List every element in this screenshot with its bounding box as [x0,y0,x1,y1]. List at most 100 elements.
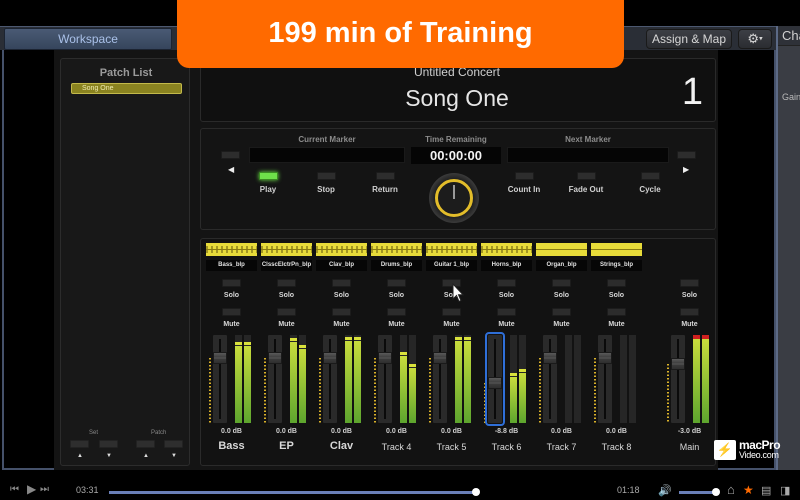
assign-map-button[interactable]: Assign & Map [646,29,732,49]
mute-button[interactable] [277,308,296,316]
arrow-up-icon: ▲ [77,453,83,459]
volume-slider[interactable] [679,491,716,494]
solo-label: Solo [388,292,405,299]
region-name: Bass_blp [206,260,257,271]
level-meter [629,335,636,423]
time-remaining-display: 00:00:00 [411,147,501,164]
volume-fader[interactable] [543,335,557,423]
volume-knob[interactable] [711,488,720,496]
count-in-label: Count In [507,185,541,194]
solo-button[interactable] [277,279,296,287]
star-icon[interactable]: ★ [743,483,754,497]
audio-region-waveform[interactable] [261,243,312,256]
level-meter [244,335,251,423]
document-icon[interactable]: ▤ [761,484,771,497]
mute-button[interactable] [607,308,626,316]
solo-button[interactable] [607,279,626,287]
prev-marker-button[interactable] [221,151,240,159]
volume-fader[interactable] [485,332,505,426]
next-marker-button[interactable] [677,151,696,159]
mute-button[interactable] [222,308,241,316]
audio-region-waveform[interactable] [206,243,257,256]
audio-region-waveform[interactable] [536,243,587,256]
channel-name: EP [279,440,294,452]
solo-label: Solo [278,292,295,299]
inspector-title: Cha [782,28,800,43]
elapsed-time: 03:31 [76,485,99,495]
mute-label: Mute [278,321,295,328]
audio-region-waveform[interactable] [316,243,367,256]
solo-button[interactable] [222,279,241,287]
fader-handle[interactable] [433,351,447,364]
volume-fader[interactable] [378,335,392,423]
mute-button[interactable] [497,308,516,316]
audio-region-waveform[interactable] [371,243,422,256]
audio-region-waveform[interactable] [426,243,477,256]
play-icon[interactable]: ▶ [27,482,36,496]
audio-region-waveform[interactable] [481,243,532,256]
channel-name: Track 5 [436,442,467,452]
mute-button[interactable] [680,308,699,316]
fader-scale [667,363,669,423]
level-meter [464,335,471,423]
tab-workspace[interactable]: Workspace [4,28,172,50]
patch-list-panel: Patch List Song One Set Patch ▲ ▼ ▲ ▼ [60,58,190,466]
skip-forward-icon[interactable]: ⏭ [40,484,49,495]
channel-name: Main [679,442,700,452]
logo-mark-icon: ⚡ [714,440,736,460]
set-down-button[interactable] [99,440,118,448]
set-label: Set [89,430,99,436]
action-menu-button[interactable]: ⚙▾ [738,29,772,49]
sidebar-toggle-icon[interactable]: ◨ [780,484,790,497]
fader-handle[interactable] [323,351,337,364]
volume-fader[interactable] [433,335,447,423]
set-up-button[interactable] [70,440,89,448]
fader-handle[interactable] [213,351,227,364]
fader-scale [264,357,266,423]
patch-list-item[interactable]: Song One [71,83,182,94]
fader-handle[interactable] [598,351,612,364]
fader-handle[interactable] [268,351,282,364]
fader-scale [539,357,541,423]
home-icon[interactable]: ⌂ [727,482,735,497]
region-name: ClsscElctrPn_blp [261,260,312,271]
volume-fader[interactable] [323,335,337,423]
level-meter [299,335,306,423]
mute-button[interactable] [552,308,571,316]
mute-button[interactable] [332,308,351,316]
mute-button[interactable] [442,308,461,316]
play-button[interactable] [259,172,278,180]
progress-scrubber[interactable] [472,488,481,496]
solo-button[interactable] [497,279,516,287]
skip-back-icon[interactable]: ⏮ [10,484,19,495]
volume-fader[interactable] [671,335,685,423]
solo-button[interactable] [332,279,351,287]
volume-fader[interactable] [213,335,227,423]
patch-up-button[interactable] [136,440,155,448]
fader-handle[interactable] [671,357,685,370]
count-in-button[interactable] [515,172,534,180]
fader-handle[interactable] [378,351,392,364]
cycle-button[interactable] [641,172,660,180]
progress-bar[interactable] [109,491,477,494]
audio-region-waveform[interactable] [591,243,642,256]
mute-label: Mute [333,321,350,328]
volume-fader[interactable] [598,335,612,423]
return-button[interactable] [376,172,395,180]
patch-down-button[interactable] [164,440,183,448]
channel-strip: Clav_blp Solo Mute 0.0 dB Clav [311,239,367,467]
fader-handle[interactable] [488,376,502,389]
level-meter [693,335,700,423]
mute-button[interactable] [387,308,406,316]
fade-out-button[interactable] [577,172,596,180]
volume-icon[interactable]: 🔊 [658,484,672,497]
solo-button[interactable] [387,279,406,287]
solo-button[interactable] [552,279,571,287]
logo-text-line2: Video.com [739,450,779,460]
chevron-down-icon: ▾ [759,35,763,43]
solo-label: Solo [553,292,570,299]
volume-fader[interactable] [268,335,282,423]
solo-button[interactable] [680,279,699,287]
stop-button[interactable] [317,172,336,180]
fader-handle[interactable] [543,351,557,364]
